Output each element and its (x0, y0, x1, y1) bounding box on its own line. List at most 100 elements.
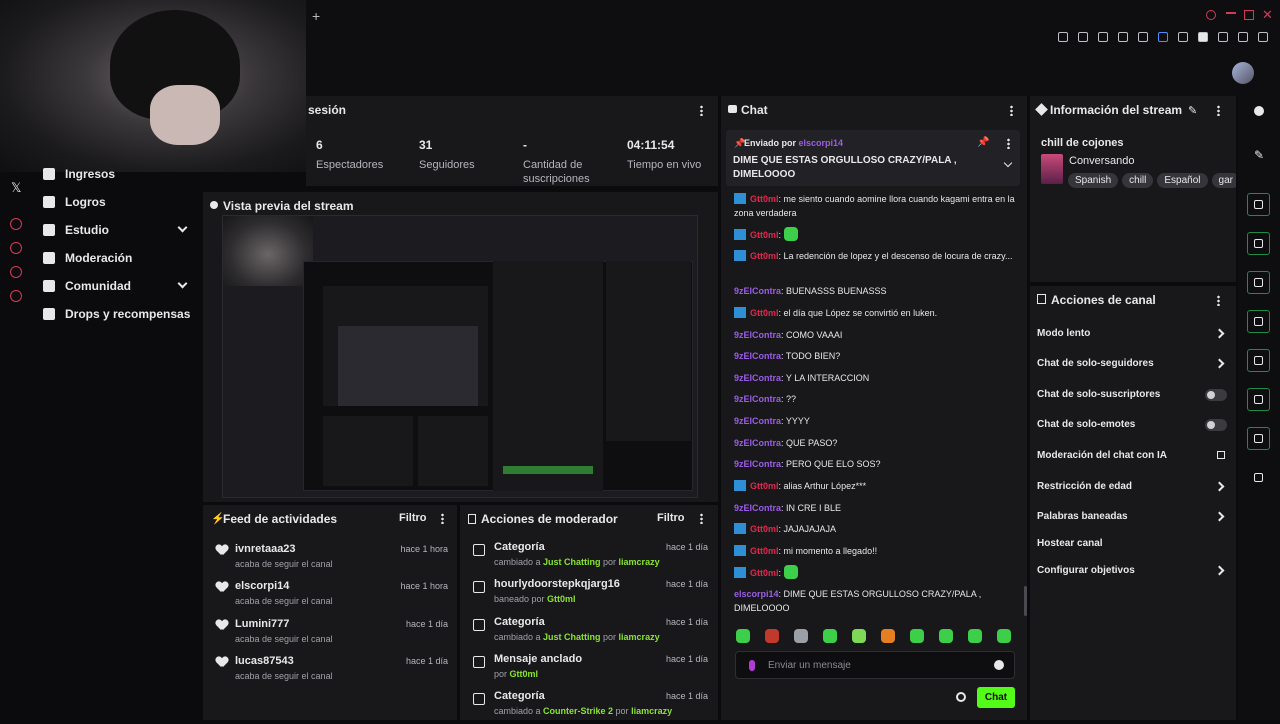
channel-action-label[interactable]: Moderación del chat con IA (1037, 450, 1167, 461)
list-item[interactable]: elscorpi14 acaba de seguir el canal hace… (212, 578, 456, 612)
sidebar-item-moderacion[interactable]: Moderación (32, 244, 202, 272)
list-item[interactable]: Categoría cambiado a Just Chatting por li… (468, 541, 712, 575)
chat-username[interactable]: Gtt0ml (750, 251, 779, 261)
chat-message[interactable]: Gtt0ml: JAJAJAJAJA (734, 522, 1016, 536)
emote-icon[interactable] (997, 629, 1011, 643)
chat-username[interactable]: Gtt0ml (750, 194, 779, 204)
chat-message[interactable]: 9zElContra: QUE PASO? (734, 436, 1016, 450)
new-tab-button[interactable]: + (312, 8, 320, 24)
rail-icon-4[interactable] (10, 290, 22, 302)
emote-icon[interactable] (910, 629, 924, 643)
more-icon[interactable] (1010, 105, 1013, 116)
rail-icon-2[interactable] (10, 242, 22, 254)
chat-username[interactable]: 9zElContra (734, 438, 781, 448)
rail-button[interactable] (1247, 271, 1270, 294)
more-icon[interactable] (1217, 295, 1220, 306)
moderator-user[interactable]: liamcrazy (619, 632, 660, 642)
tag[interactable]: Español (1157, 173, 1208, 188)
search-icon[interactable] (1206, 10, 1216, 20)
moderator-user[interactable]: Gtt0ml (547, 594, 576, 604)
microphone-icon[interactable] (749, 660, 755, 671)
chat-username[interactable]: 9zElContra (734, 503, 781, 513)
channel-action-label[interactable]: Modo lento (1037, 328, 1090, 339)
channel-action-label[interactable]: Chat de solo-suscriptores (1037, 389, 1160, 400)
chat-message[interactable]: 9zElContra: ?? (734, 392, 1016, 406)
window-controls[interactable]: ✕ (1200, 7, 1273, 22)
chat-message[interactable]: 9zElContra: BUENASSS BUENASSS (734, 284, 1016, 298)
list-item[interactable]: Mensaje anclado por Gtt0ml hace 1 día (468, 653, 712, 687)
screenshot-icon[interactable] (1078, 32, 1088, 42)
channel-action-label[interactable]: Chat de solo-seguidores (1037, 358, 1154, 369)
shield-icon[interactable] (1098, 32, 1108, 42)
wifi-icon[interactable] (1158, 32, 1168, 42)
moderator-user[interactable]: Gtt0ml (510, 669, 539, 679)
chat-message[interactable]: 9zElContra: IN CRE I BLE (734, 501, 1016, 515)
category-link[interactable]: Counter-Strike 2 (543, 706, 613, 716)
sidebar-item-comunidad[interactable]: Comunidad (32, 272, 202, 300)
more-icon[interactable] (1217, 105, 1220, 116)
chat-message[interactable]: Gtt0ml: me siento cuando aomine llora cu… (734, 192, 1016, 220)
chat-message[interactable]: Gtt0ml: (734, 227, 1016, 242)
channel-action-label[interactable]: Hostear canal (1037, 538, 1103, 549)
list-item[interactable]: ivnretaaa23 acaba de seguir el canal hac… (212, 541, 456, 575)
tag[interactable]: Spanish (1068, 173, 1119, 188)
chat-username[interactable]: Gtt0ml (750, 308, 779, 318)
list-item[interactable]: Lumini777 acaba de seguir el canal hace … (212, 616, 456, 650)
emote-icon[interactable] (736, 629, 750, 643)
maximize-icon[interactable] (1244, 10, 1254, 20)
toggle-switch[interactable] (1205, 419, 1227, 431)
more-icon[interactable] (700, 513, 703, 524)
chat-message[interactable]: 9zElContra: TODO BIEN? (734, 349, 1016, 363)
chat-message[interactable]: Gtt0ml: alias Arthur López*** (734, 479, 1016, 493)
extension-icon[interactable] (1178, 32, 1188, 42)
stream-preview-video[interactable] (222, 215, 698, 498)
download-icon[interactable] (1218, 32, 1228, 42)
chat-username[interactable]: Gtt0ml (750, 481, 779, 491)
rail-button[interactable] (1247, 388, 1270, 411)
chat-username[interactable]: 9zElContra (734, 416, 781, 426)
list-item[interactable]: Categoría cambiado a Just Chatting por li… (468, 616, 712, 650)
feed-filter-button[interactable]: Filtro (399, 512, 427, 524)
more-icon[interactable] (700, 105, 703, 116)
sidebar-item-logros[interactable]: Logros (32, 188, 202, 216)
bookmark-icon[interactable] (1058, 32, 1068, 42)
heart-icon[interactable] (1118, 32, 1128, 42)
chat-scrollbar[interactable] (1024, 586, 1027, 616)
chat-username[interactable]: 9zElContra (734, 330, 781, 340)
ai-icon[interactable] (1238, 32, 1248, 42)
chat-username[interactable]: elscorpi14 (734, 589, 779, 599)
emote-icon[interactable] (939, 629, 953, 643)
stream-category[interactable]: Conversando (1069, 155, 1134, 167)
chat-username[interactable]: 9zElContra (734, 459, 781, 469)
mod-filter-button[interactable]: Filtro (657, 512, 685, 524)
avatar[interactable] (1232, 62, 1254, 84)
list-item[interactable]: lucas87543 acaba de seguir el canal hace… (212, 653, 456, 687)
chevron-down-icon[interactable] (1003, 158, 1013, 168)
chat-username[interactable]: 9zElContra (734, 286, 781, 296)
chat-username[interactable]: 9zElContra (734, 373, 781, 383)
channel-action-label[interactable]: Chat de solo-emotes (1037, 419, 1135, 430)
pinned-message[interactable]: 📌 Enviado por elscorpi14 DIME QUE ESTAS … (726, 130, 1020, 186)
x-icon[interactable]: 𝕏 (11, 180, 21, 196)
chat-message[interactable]: 9zElContra: YYYY (734, 414, 1016, 428)
unpin-icon[interactable]: 📌 (977, 137, 989, 148)
emote-icon[interactable] (968, 629, 982, 643)
toggle-switch[interactable] (1205, 389, 1227, 401)
chat-username[interactable]: Gtt0ml (750, 568, 779, 578)
chat-input[interactable]: Enviar un mensaje (735, 651, 1015, 679)
chat-message[interactable]: elscorpi14: DIME QUE ESTAS ORGULLOSO CRA… (734, 587, 1016, 615)
chat-message[interactable]: Gtt0ml: mi momento a llegado!! (734, 544, 1016, 558)
chat-username[interactable]: Gtt0ml (750, 230, 779, 240)
emote-icon[interactable] (765, 629, 779, 643)
play-icon[interactable] (1138, 32, 1148, 42)
rail-button[interactable] (1247, 427, 1270, 450)
list-item[interactable]: hourlydoorstepkqjarg16 baneado por Gtt0ml… (468, 578, 712, 612)
chat-message[interactable]: 9zElContra: PERO QUE ELO SOS? (734, 457, 1016, 471)
external-link-icon[interactable] (1217, 451, 1225, 459)
emote-icon[interactable] (852, 629, 866, 643)
category-link[interactable]: Just Chatting (543, 557, 601, 567)
moderator-user[interactable]: liamcrazy (631, 706, 672, 716)
chat-message[interactable]: Gtt0ml: La redención de lopez y el desce… (734, 249, 1016, 263)
emoji-icon[interactable] (994, 660, 1004, 670)
menu-icon[interactable] (1258, 32, 1268, 42)
